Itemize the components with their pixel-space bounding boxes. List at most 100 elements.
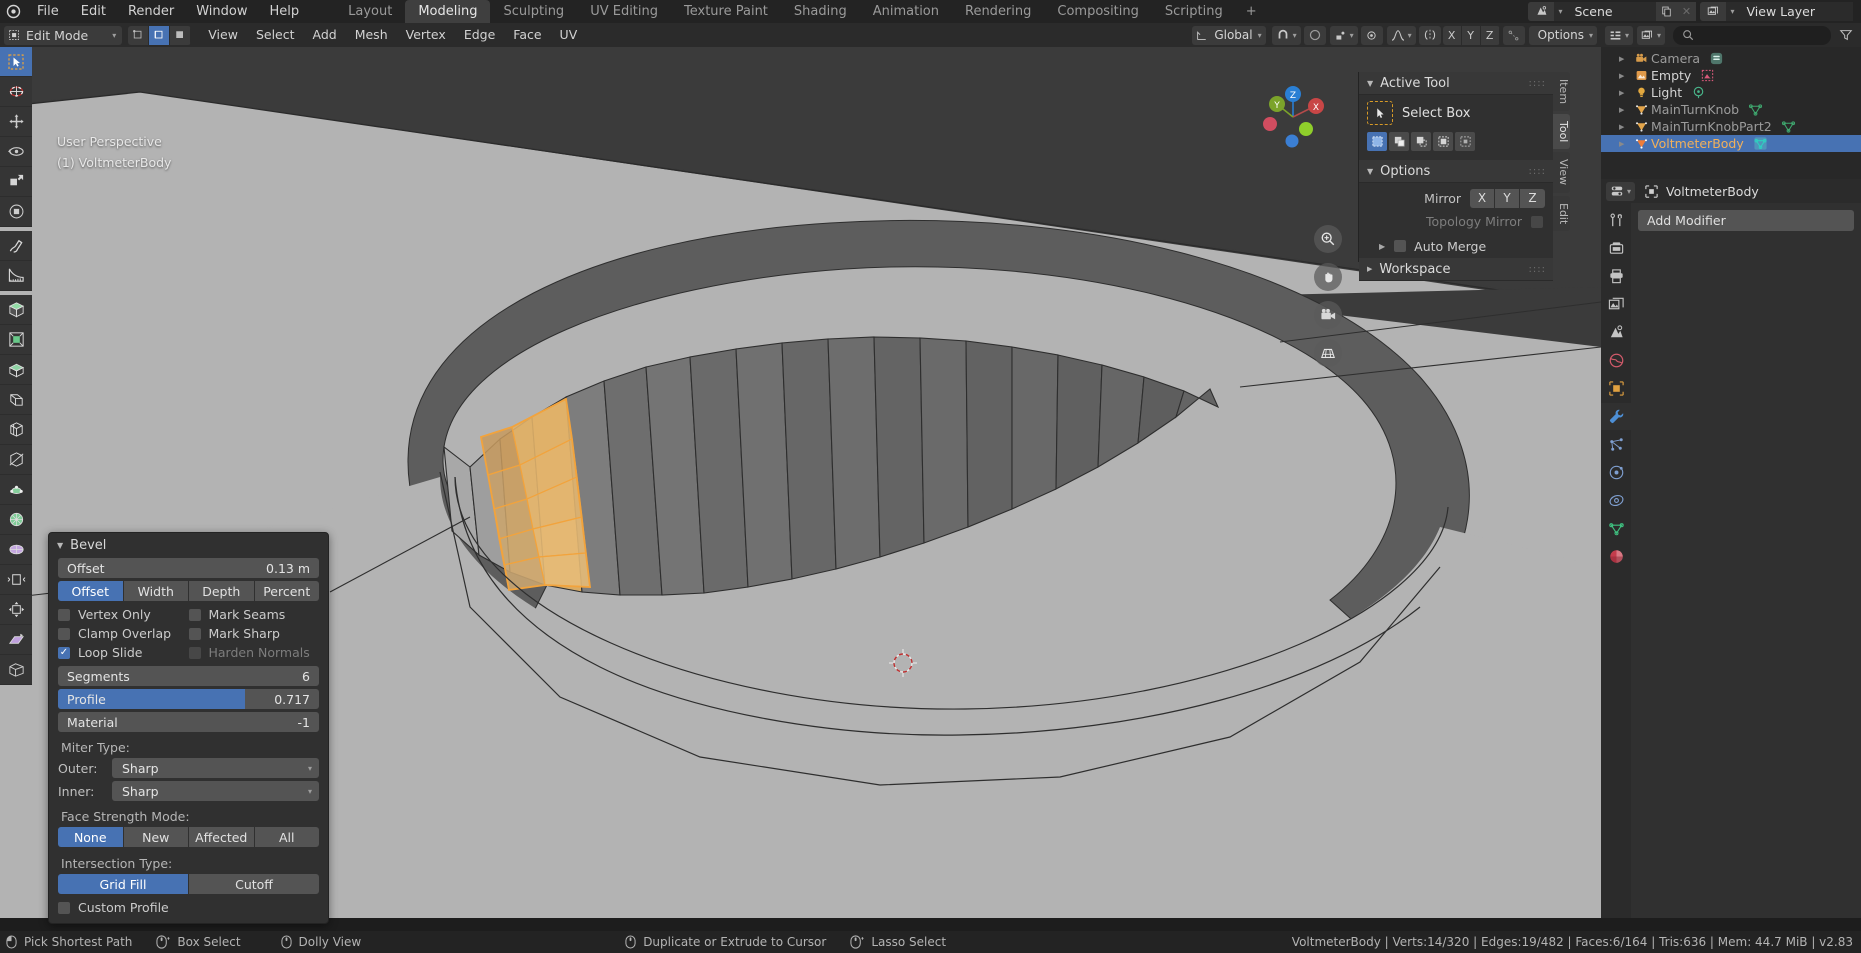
menu-render[interactable]: Render [117,0,185,23]
workspace-tab-shading[interactable]: Shading [781,0,860,23]
mesh-data-icon[interactable] [1753,136,1768,151]
tool-bevel[interactable] [0,385,32,415]
mark-seams-option[interactable]: Mark Seams [188,607,320,622]
mode-selector[interactable]: Edit Mode ▾ [4,25,123,45]
sidebar-tab-view[interactable]: View [1553,152,1570,193]
workspace-header[interactable]: ▶ Workspace :::: [1359,258,1553,281]
viewport-menu-uv[interactable]: UV [551,23,587,47]
menu-window[interactable]: Window [185,0,258,23]
offset-field[interactable]: Offset 0.13 m [58,558,319,578]
remove-scene-button[interactable]: ✕ [1676,2,1697,21]
options-popover-button[interactable]: Options ▾ [1528,25,1597,45]
transform-orientation-selector[interactable]: Global ▾ [1192,25,1266,45]
properties-tab-material[interactable] [1601,543,1631,570]
expand-triangle-icon[interactable]: ▶ [1619,55,1632,63]
workspace-tab-compositing[interactable]: Compositing [1044,0,1152,23]
outliner-item-mainturnknobpart2[interactable]: ▶ MainTurnKnobPart2 [1601,118,1861,135]
viewport-menu-edge[interactable]: Edge [455,23,504,47]
sidebar-tab-tool[interactable]: Tool [1553,114,1570,150]
viewport-menu-vertex[interactable]: Vertex [397,23,455,47]
properties-tab-tool[interactable] [1601,207,1631,234]
tool-extrude-region[interactable] [0,325,32,355]
tool-rip-region[interactable] [0,655,32,685]
outer-miter-dropdown[interactable]: Sharp ▾ [112,758,319,778]
expand-triangle-icon[interactable]: ▶ [1619,106,1632,114]
properties-tab-modifier[interactable] [1601,403,1631,430]
snapping-selector[interactable]: ▾ [1271,25,1301,45]
active-tool-header[interactable]: ▼ Active Tool :::: [1359,72,1553,95]
face-strength-none[interactable]: None [58,827,123,847]
clamp-overlap-checkbox[interactable] [58,627,70,640]
properties-tab-particles[interactable] [1601,431,1631,458]
properties-tab-view-layer[interactable] [1601,291,1631,318]
properties-tab-scene[interactable] [1601,319,1631,346]
workspace-tab-animation[interactable]: Animation [860,0,952,23]
tool-annotate[interactable] [0,231,32,261]
add-modifier-button[interactable]: Add Modifier [1638,210,1854,231]
custom-profile-checkbox[interactable] [58,901,70,914]
tool-rotate[interactable] [0,137,32,167]
mesh-data-icon[interactable] [1781,119,1796,134]
tool-transform[interactable] [0,197,32,227]
mark-seams-checkbox[interactable] [188,608,201,621]
face-select-button[interactable] [170,25,192,45]
add-workspace-button[interactable]: + [1236,0,1267,23]
harden-normals-option[interactable]: Harden Normals [188,645,320,660]
workspace-tab-uv-editing[interactable]: UV Editing [577,0,671,23]
profile-field[interactable]: Profile 0.717 [58,689,319,709]
intersection-grid-fill[interactable]: Grid Fill [58,874,188,894]
new-scene-button[interactable] [1656,2,1677,21]
proportional-falloff-selector[interactable]: ▾ [1386,25,1416,45]
subtract-mode-icon[interactable] [1411,132,1431,151]
expand-triangle-icon[interactable]: ▶ [1619,140,1632,148]
menu-edit[interactable]: Edit [70,0,117,23]
outliner-filter-type-selector[interactable]: ▾ [1637,25,1666,45]
workspace-tab-rendering[interactable]: Rendering [952,0,1044,23]
tool-cursor[interactable] [0,77,32,107]
properties-tab-output[interactable] [1601,263,1631,290]
viewport-menu-select[interactable]: Select [247,23,304,47]
menu-file[interactable]: File [26,0,70,23]
offset-type-offset[interactable]: Offset [58,581,123,601]
offset-type-percent[interactable]: Percent [254,581,319,601]
workspace-tab-modeling[interactable]: Modeling [405,0,491,23]
bevel-panel-header[interactable]: ▼ Bevel [49,533,328,558]
vertex-select-button[interactable] [128,25,150,45]
vertex-only-checkbox[interactable] [58,608,70,621]
edge-select-button[interactable] [149,25,171,45]
outliner-search-input[interactable] [1673,25,1831,45]
select-box-icon[interactable] [1367,101,1393,125]
tool-loop-cut[interactable] [0,415,32,445]
properties-tab-object[interactable] [1601,375,1631,402]
tool-move[interactable] [0,107,32,137]
loop-slide-checkbox[interactable] [58,646,70,659]
expand-triangle-icon[interactable]: ▶ [1619,72,1632,80]
properties-tab-render[interactable] [1601,235,1631,262]
outliner-item-voltmeterbody[interactable]: ▶ VoltmeterBody [1601,135,1861,152]
zoom-icon[interactable] [1314,225,1342,253]
tool-spin[interactable] [0,505,32,535]
outliner-filter-button[interactable] [1835,28,1857,42]
offset-type-width[interactable]: Width [123,581,188,601]
tool-shrink-fatten[interactable] [0,595,32,625]
loop-slide-option[interactable]: Loop Slide [58,645,189,660]
mirror-y-button[interactable]: Y [1461,25,1481,45]
workspace-tab-texture-paint[interactable]: Texture Paint [671,0,781,23]
view-axis-gizmo[interactable]: Z X Y [1258,82,1328,152]
harden-normals-checkbox[interactable] [188,646,201,659]
intersection-cutoff[interactable]: Cutoff [189,874,319,894]
viewport-menu-face[interactable]: Face [504,23,550,47]
extend-mode-icon[interactable] [1389,132,1409,151]
tool-tweak[interactable] [0,47,32,77]
workspace-tab-scripting[interactable]: Scripting [1152,0,1236,23]
expand-triangle-icon[interactable]: ▶ [1619,123,1632,131]
set-mode-icon[interactable] [1367,132,1387,151]
topology-mirror-checkbox[interactable] [1531,215,1543,228]
face-strength-affected[interactable]: Affected [189,827,254,847]
properties-tab-world[interactable] [1601,347,1631,374]
mirror-z-button[interactable]: Z [1480,25,1500,45]
material-field[interactable]: Material -1 [58,712,319,732]
menu-help[interactable]: Help [259,0,311,23]
custom-profile-option[interactable]: Custom Profile [58,900,319,915]
mark-sharp-option[interactable]: Mark Sharp [188,626,320,641]
